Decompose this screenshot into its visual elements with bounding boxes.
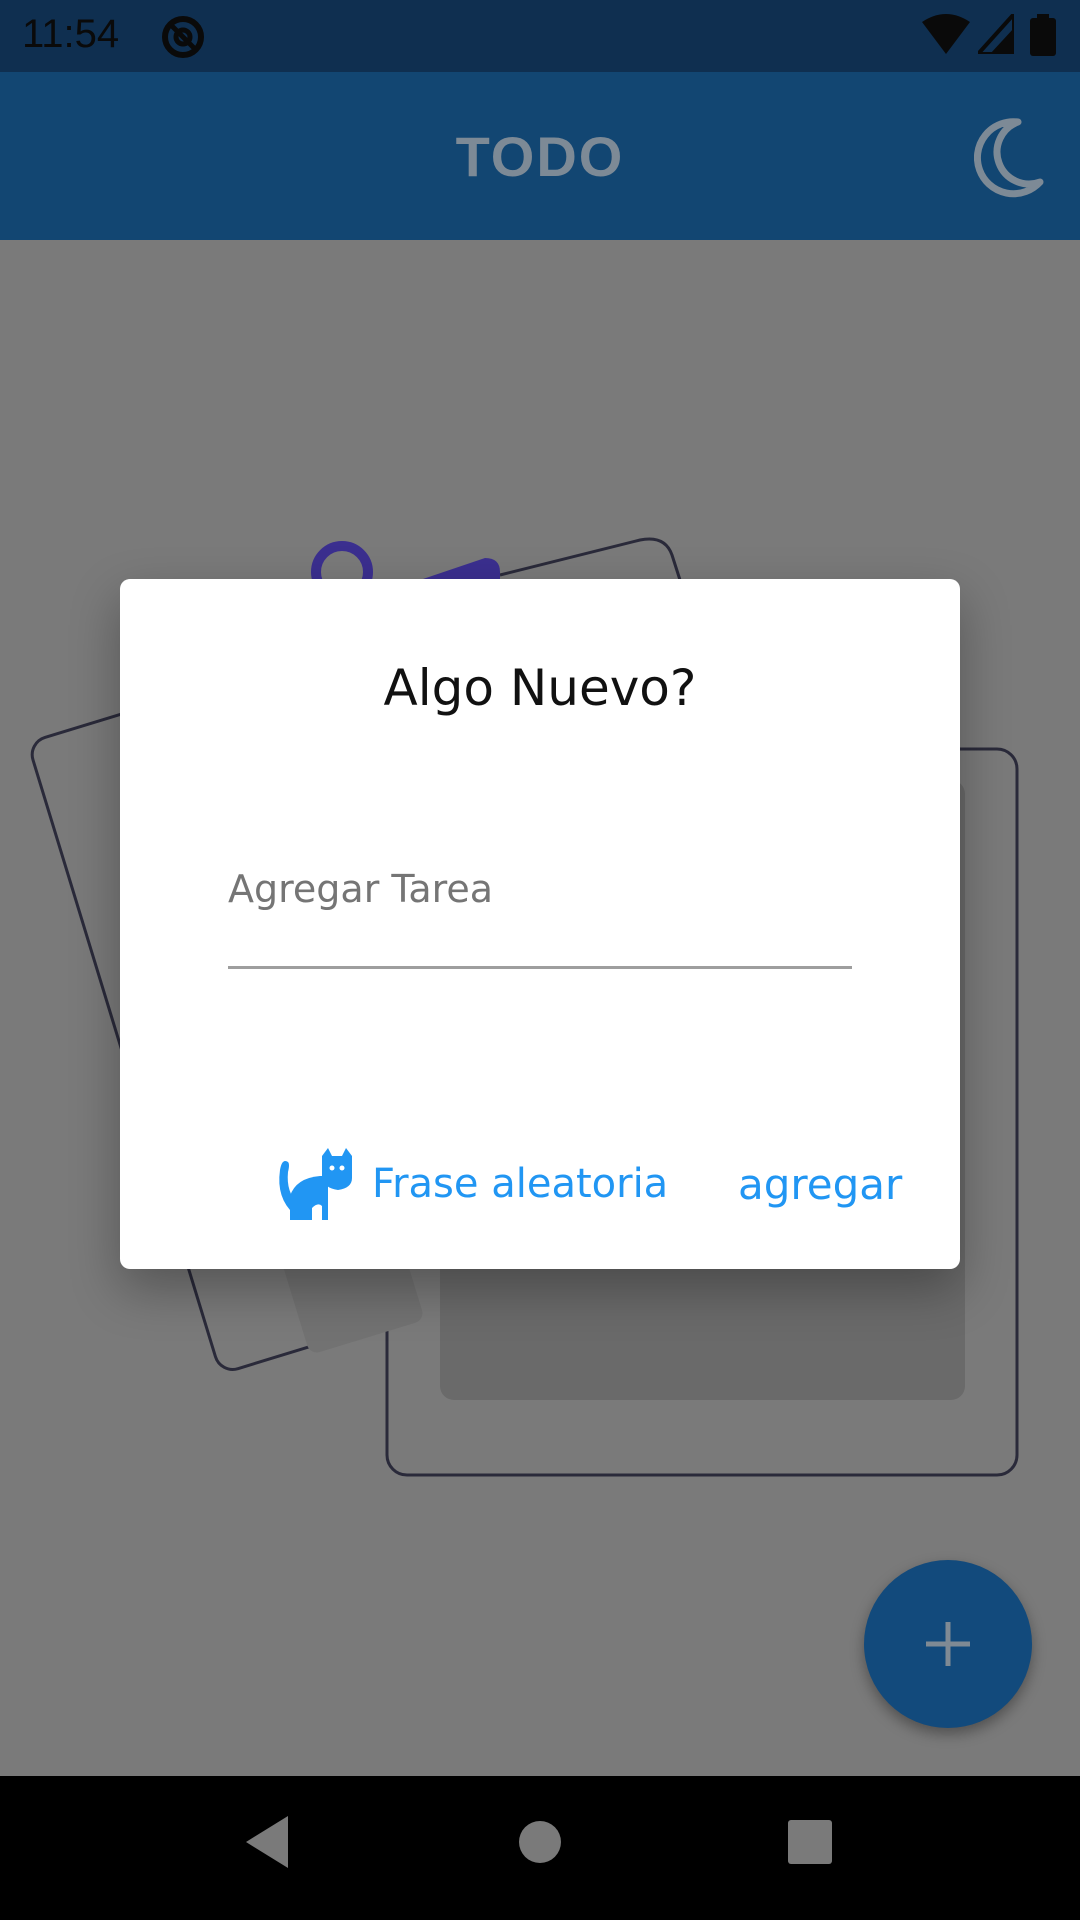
dialog-title: Algo Nuevo? xyxy=(383,659,697,717)
random-phrase-label: Frase aleatoria xyxy=(372,1161,669,1207)
input-underline xyxy=(228,966,852,969)
random-phrase-button[interactable]: Frase aleatoria xyxy=(276,1139,668,1229)
app-title: TODO xyxy=(455,125,625,188)
battery-icon xyxy=(1030,14,1056,56)
add-button[interactable]: agregar xyxy=(738,1139,902,1229)
cat-icon xyxy=(279,1148,352,1220)
moon-icon[interactable] xyxy=(974,116,1044,198)
home-icon[interactable] xyxy=(518,1812,562,1872)
status-time: 11:54 xyxy=(22,12,120,56)
plus-icon xyxy=(926,1622,970,1666)
back-icon[interactable] xyxy=(242,1812,292,1872)
add-task-fab[interactable] xyxy=(864,1560,1032,1728)
system-nav-bar xyxy=(0,1776,1080,1920)
at-sign-icon xyxy=(162,16,204,58)
new-task-dialog: Algo Nuevo? Frase aleatoria agregar xyxy=(120,579,960,1269)
signal-icon xyxy=(978,14,1014,54)
app-bar: TODO xyxy=(0,72,1080,240)
task-input[interactable] xyxy=(228,859,852,919)
wifi-icon xyxy=(922,14,970,54)
recents-icon[interactable] xyxy=(786,1812,834,1872)
status-bar: 11:54 xyxy=(0,0,1080,72)
